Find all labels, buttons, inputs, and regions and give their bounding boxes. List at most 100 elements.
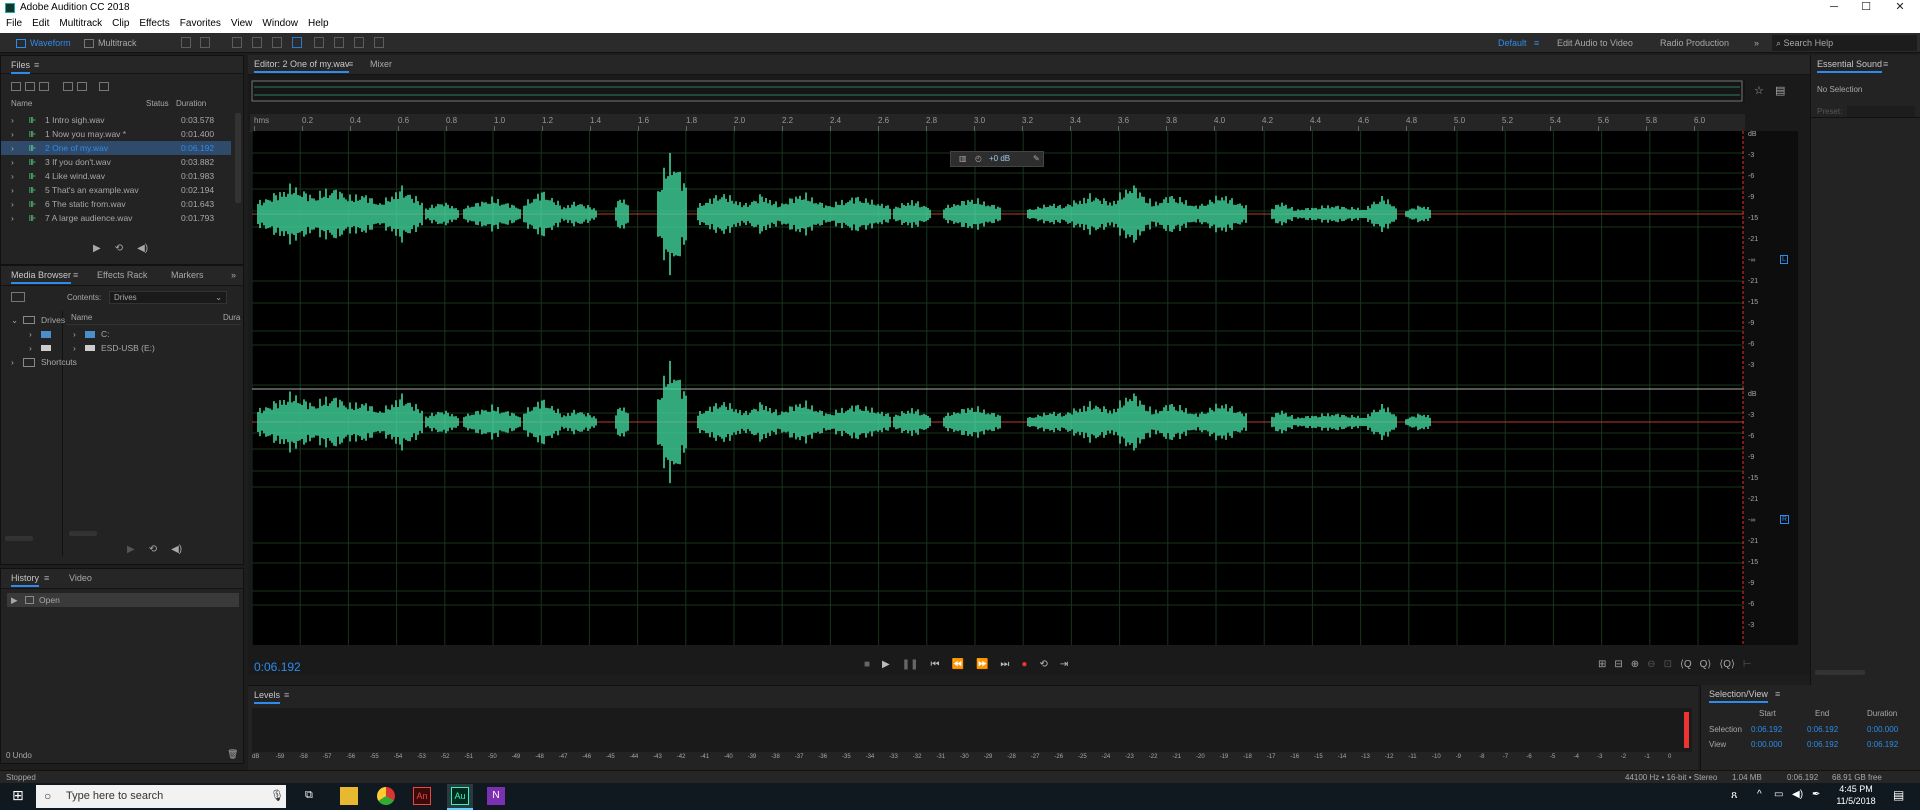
- tab-selection-view[interactable]: Selection/View: [1709, 689, 1768, 703]
- current-time-display[interactable]: 0:06.192: [254, 660, 301, 674]
- pin-icon[interactable]: ✎: [1033, 152, 1040, 166]
- expand-arrow-icon[interactable]: ›: [11, 155, 14, 169]
- microphone-icon[interactable]: 🎙: [270, 785, 284, 808]
- selection-start[interactable]: 0:06.192: [1751, 725, 1782, 734]
- close-button[interactable]: ✕: [1880, 0, 1920, 16]
- channel-right-button[interactable]: R: [1780, 515, 1790, 524]
- more-workspaces-button[interactable]: »: [1754, 35, 1759, 51]
- record-icon[interactable]: ●: [1021, 659, 1027, 670]
- tree-drive-c[interactable]: ›: [1, 327, 62, 341]
- file-item[interactable]: › ⊪ 1 Now you may.wav * 0:01.400: [1, 127, 231, 141]
- col-status[interactable]: Status: [146, 99, 169, 108]
- waveform-display[interactable]: ▥ ◴ +0 dB ✎: [251, 131, 1747, 645]
- expand-arrow-icon[interactable]: ›: [11, 141, 14, 155]
- zoom-out-amplitude-icon[interactable]: ⊟: [1614, 659, 1622, 670]
- menu-view[interactable]: View: [225, 16, 257, 33]
- pen-icon[interactable]: ✒: [1812, 789, 1820, 800]
- zoom-in-amplitude-icon[interactable]: ⊞: [1598, 659, 1606, 670]
- fast-forward-icon[interactable]: ⏩: [976, 659, 988, 670]
- files-scrollbar[interactable]: [235, 113, 241, 203]
- trash-icon[interactable]: 🗑: [227, 749, 238, 760]
- zoom-star-icon[interactable]: ☆: [1754, 84, 1764, 97]
- db-scale[interactable]: dB -3 -6 -9 -15 -21 -∞ -21 -15 -9 -6 -3 dB -3 -6 -9 -15…: [1744, 131, 1798, 645]
- drive-row-c[interactable]: › C:: [67, 327, 241, 341]
- razor-tool-icon[interactable]: [252, 37, 262, 48]
- view-duration[interactable]: 0:06.192: [1867, 740, 1898, 749]
- tree-drives[interactable]: ⌄ Drives: [1, 313, 65, 327]
- workspace-radio-production[interactable]: Radio Production: [1660, 35, 1729, 51]
- panel-menu-icon[interactable]: ≡: [284, 690, 289, 700]
- rewind-icon[interactable]: ⏪: [952, 659, 964, 670]
- people-icon[interactable]: ጸ: [1731, 789, 1737, 802]
- drive-icon[interactable]: [11, 292, 25, 302]
- menu-window[interactable]: Window: [256, 16, 302, 33]
- col-duration[interactable]: Dura: [223, 313, 240, 322]
- file-item-selected[interactable]: › ⊪ 2 One of my.wav 0:06.192: [1, 141, 231, 155]
- tab-video[interactable]: Video: [69, 573, 92, 583]
- go-to-start-icon[interactable]: ⏮: [931, 659, 940, 670]
- windows-start-icon[interactable]: ⊞: [12, 787, 24, 804]
- tray-expand-icon[interactable]: ^: [1757, 789, 1762, 800]
- network-icon[interactable]: ▭: [1774, 789, 1783, 800]
- zoom-out-all-icon[interactable]: ⟨Q⟩: [1719, 659, 1735, 670]
- tab-history[interactable]: History: [11, 573, 40, 587]
- expand-arrow-icon[interactable]: ›: [11, 211, 14, 225]
- drive-row-usb[interactable]: › ESD-USB (E:): [67, 341, 241, 355]
- tree-scrollbar[interactable]: [5, 536, 33, 541]
- skip-selection-icon[interactable]: ⇥: [1060, 659, 1068, 670]
- menu-edit[interactable]: Edit: [26, 16, 53, 33]
- gain-knob-icon[interactable]: ◴: [975, 152, 982, 166]
- play-preview-icon[interactable]: ▶: [93, 243, 101, 254]
- expand-arrow-icon[interactable]: ›: [11, 169, 14, 183]
- clock-date[interactable]: 11/5/2018: [1836, 796, 1876, 806]
- file-item[interactable]: › ⊪ 7 A large audience.wav 0:01.793: [1, 211, 231, 225]
- history-item[interactable]: ▶ Open: [7, 593, 239, 607]
- play-preview-icon[interactable]: ▶: [127, 544, 135, 555]
- tab-effects-rack[interactable]: Effects Rack: [97, 270, 147, 280]
- overview-menu-icon[interactable]: ▤: [1775, 84, 1785, 97]
- zoom-selection-icon[interactable]: ⊡: [1664, 659, 1672, 670]
- chrome-icon[interactable]: [377, 787, 395, 805]
- spectral-pitch-icon[interactable]: [200, 37, 210, 48]
- volume-icon[interactable]: ◀): [1792, 789, 1803, 800]
- loop-preview-icon[interactable]: ⟲: [115, 243, 123, 254]
- zoom-in-time-icon[interactable]: ⊕: [1631, 659, 1639, 670]
- time-selection-tool-icon[interactable]: [292, 37, 302, 48]
- menu-help[interactable]: Help: [302, 16, 333, 33]
- zoom-in-right-icon[interactable]: Q⟩: [1700, 659, 1712, 670]
- expand-arrow-icon[interactable]: ›: [11, 183, 14, 197]
- file-item[interactable]: › ⊪ 6 The static from.wav 0:01.643: [1, 197, 231, 211]
- spot-healing-icon[interactable]: [374, 37, 384, 48]
- lasso-tool-icon[interactable]: [334, 37, 344, 48]
- col-name[interactable]: Name: [71, 313, 92, 322]
- animate-icon[interactable]: An: [413, 787, 431, 805]
- gain-value[interactable]: +0 dB: [989, 152, 1010, 166]
- open-file-icon[interactable]: [11, 82, 21, 92]
- tab-media-browser[interactable]: Media Browser: [11, 270, 72, 284]
- onenote-icon[interactable]: N: [487, 787, 505, 805]
- slip-tool-icon[interactable]: [272, 37, 282, 48]
- tab-essential-sound[interactable]: Essential Sound: [1817, 59, 1883, 73]
- col-duration[interactable]: Duration: [176, 99, 206, 108]
- zoom-in-left-icon[interactable]: ⟨Q: [1680, 659, 1692, 670]
- move-tool-icon[interactable]: [232, 37, 242, 48]
- search-files-icon[interactable]: [99, 82, 109, 92]
- go-to-end-icon[interactable]: ⏭: [1000, 659, 1009, 670]
- insert-multitrack-icon[interactable]: [63, 82, 73, 92]
- panel-menu-icon[interactable]: ≡: [44, 573, 49, 583]
- workspace-menu-icon[interactable]: ≡: [1534, 35, 1539, 51]
- spectral-frequency-icon[interactable]: [181, 37, 191, 48]
- menu-multitrack[interactable]: Multitrack: [53, 16, 106, 33]
- import-file-icon[interactable]: [25, 82, 35, 92]
- selection-end[interactable]: 0:06.192: [1807, 725, 1838, 734]
- expand-arrow-icon[interactable]: ›: [11, 113, 14, 127]
- workspace-default[interactable]: Default: [1498, 35, 1527, 51]
- menu-clip[interactable]: Clip: [106, 16, 133, 33]
- taskbar-search-box[interactable]: ○ Type here to search 🎙: [36, 785, 286, 808]
- expand-arrow-icon[interactable]: ›: [11, 127, 14, 141]
- time-ruler[interactable]: hms 0.2 0.4 0.6 0.8 1.0 1.2 1.4 1.6 1.8 2.0 2.2 2.4 2…: [250, 114, 1745, 132]
- autoplay-icon[interactable]: ◀): [137, 243, 148, 254]
- overview-strip[interactable]: [250, 80, 1745, 102]
- search-help-box[interactable]: ⌕ Search Help: [1772, 35, 1917, 51]
- hud-gain[interactable]: ▥ ◴ +0 dB ✎: [950, 151, 1044, 167]
